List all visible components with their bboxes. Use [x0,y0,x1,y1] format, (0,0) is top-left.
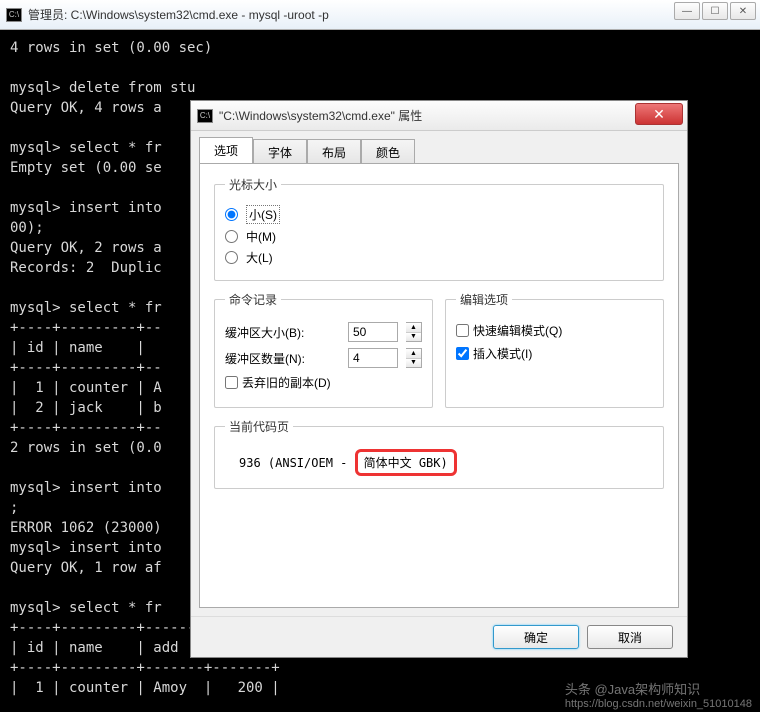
insertmode-checkbox[interactable] [456,347,469,360]
cursor-large-label: 大(L) [246,249,273,266]
edit-group: 编辑选项 快速编辑模式(Q) 插入模式(I) [445,291,664,408]
bufcount-spinner[interactable]: ▲▼ [406,348,422,368]
cancel-button[interactable]: 取消 [587,625,673,649]
watermark-line2: https://blog.csdn.net/weixin_51010148 [565,698,752,710]
cursor-small-row[interactable]: 小(S) [225,205,653,224]
properties-dialog: C:\ "C:\Windows\system32\cmd.exe" 属性 ✕ 选… [190,100,688,658]
bufcount-input[interactable]: 4 [348,348,398,368]
quickedit-label: 快速编辑模式(Q) [473,322,562,339]
dialog-close-button[interactable]: ✕ [635,103,683,125]
codepage-highlight: 简体中文 GBK) [355,449,457,476]
main-title: 管理员: C:\Windows\system32\cmd.exe - mysql… [28,6,329,23]
cursor-medium-radio[interactable] [225,230,238,243]
history-legend: 命令记录 [225,291,281,308]
window-controls: — ☐ ✕ [674,2,756,20]
quickedit-checkbox[interactable] [456,324,469,337]
dialog-titlebar: C:\ "C:\Windows\system32\cmd.exe" 属性 ✕ [191,101,687,131]
dialog-title: "C:\Windows\system32\cmd.exe" 属性 [219,107,422,124]
main-titlebar: C:\ 管理员: C:\Windows\system32\cmd.exe - m… [0,0,760,30]
tab-options[interactable]: 选项 [199,137,253,163]
discard-label: 丢弃旧的副本(D) [242,374,331,391]
bufsize-spinner[interactable]: ▲▼ [406,322,422,342]
codepage-prefix: 936 (ANSI/OEM - [239,456,355,470]
cursor-legend: 光标大小 [225,176,281,193]
minimize-button[interactable]: — [674,2,700,20]
codepage-group: 当前代码页 936 (ANSI/OEM - 简体中文 GBK) [214,418,664,489]
tab-colors[interactable]: 颜色 [361,139,415,165]
bufsize-input[interactable]: 50 [348,322,398,342]
discard-row[interactable]: 丢弃旧的副本(D) [225,374,422,391]
codepage-legend: 当前代码页 [225,418,293,435]
tab-layout[interactable]: 布局 [307,139,361,165]
cursor-small-label: 小(S) [246,205,280,224]
ok-button[interactable]: 确定 [493,625,579,649]
cmd-icon: C:\ [6,8,22,22]
insertmode-row[interactable]: 插入模式(I) [456,345,653,362]
cursor-medium-label: 中(M) [246,228,276,245]
bufsize-label: 缓冲区大小(B): [225,324,340,341]
dialog-buttons: 确定 取消 [191,616,687,657]
quickedit-row[interactable]: 快速编辑模式(Q) [456,322,653,339]
cursor-large-row[interactable]: 大(L) [225,249,653,266]
tab-content: 光标大小 小(S) 中(M) 大(L) 命令记录 缓冲区大小(B): 50 ▲▼ [199,163,679,608]
watermark: 头条 @Java架构师知识 https://blog.csdn.net/weix… [565,679,752,710]
cursor-large-radio[interactable] [225,251,238,264]
cmd-icon: C:\ [197,109,213,123]
watermark-line1: 头条 @Java架构师知识 [565,679,752,698]
cursor-medium-row[interactable]: 中(M) [225,228,653,245]
discard-checkbox[interactable] [225,376,238,389]
cursor-size-group: 光标大小 小(S) 中(M) 大(L) [214,176,664,281]
tab-font[interactable]: 字体 [253,139,307,165]
insertmode-label: 插入模式(I) [473,345,532,362]
codepage-value: 936 (ANSI/OEM - 简体中文 GBK) [239,449,653,476]
history-group: 命令记录 缓冲区大小(B): 50 ▲▼ 缓冲区数量(N): 4 ▲▼ 丢弃旧的… [214,291,433,408]
maximize-button[interactable]: ☐ [702,2,728,20]
cursor-small-radio[interactable] [225,208,238,221]
tab-strip: 选项 字体 布局 颜色 [199,137,679,163]
bufcount-label: 缓冲区数量(N): [225,350,340,367]
edit-legend: 编辑选项 [456,291,512,308]
close-button[interactable]: ✕ [730,2,756,20]
